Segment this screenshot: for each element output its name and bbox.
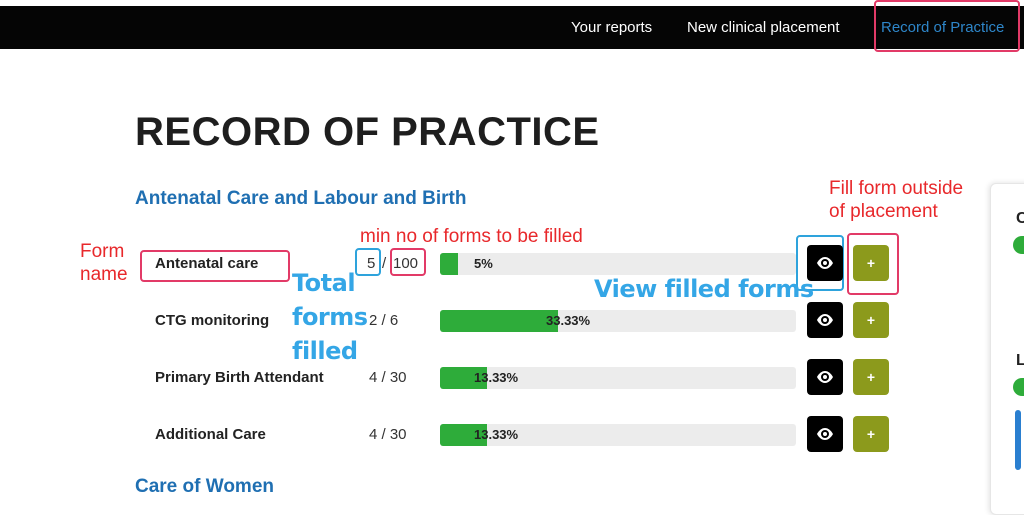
add-form-button[interactable]: + [853,302,889,338]
eye-icon [817,314,833,326]
top-navbar: Your reports New clinical placement Reco… [0,6,1024,49]
form-name: CTG monitoring [155,312,270,329]
add-form-button[interactable]: + [853,245,889,281]
nav-new-clinical-placement[interactable]: New clinical placement [687,6,840,49]
progress-bar: 13.33% [440,367,796,389]
form-count: 4 / 30 [369,369,407,386]
progress-label: 13.33% [474,370,519,385]
view-forms-button[interactable] [807,359,843,395]
annotation-view-forms: View filled forms [594,275,814,303]
side-panel-label: L [1016,352,1024,369]
nav-your-reports[interactable]: Your reports [571,6,652,49]
progress-fill [440,310,558,332]
eye-icon [817,257,833,269]
section-heading: Antenatal Care and Labour and Birth [135,188,467,209]
view-forms-button[interactable] [807,416,843,452]
filled-count: 5 [367,255,376,272]
annotation-form-name: Form name [80,241,128,285]
eye-icon [817,371,833,383]
form-count: 2 / 6 [369,312,399,329]
progress-bar: 13.33% [440,424,796,446]
side-panel-label: C [1016,210,1024,227]
side-panel-toggle[interactable] [1013,378,1024,396]
progress-fill [440,253,458,275]
form-name: Additional Care [155,426,266,443]
add-form-button[interactable]: + [853,416,889,452]
side-panel: C L [990,183,1024,515]
progress-label: 13.33% [474,427,519,442]
form-count: 4 / 30 [369,426,407,443]
side-panel-indicator [1015,410,1021,470]
eye-icon [817,428,833,440]
page-title: RECORD OF PRACTICE [135,110,600,154]
annotation-fill-outside: Fill form outside of placement [829,178,964,222]
annotation-total-filled: Total forms filled [292,269,368,365]
side-panel-toggle[interactable] [1013,236,1024,254]
count-separator: / [382,255,387,272]
form-name: Antenatal care [155,255,259,272]
min-count: 100 [393,255,419,272]
nav-highlight-box [874,0,1020,52]
progress-label: 33.33% [546,313,591,328]
add-form-button[interactable]: + [853,359,889,395]
progress-label: 5% [474,256,493,271]
view-forms-button[interactable] [807,302,843,338]
form-name: Primary Birth Attendant [155,369,324,386]
progress-bar: 33.33% [440,310,796,332]
annotation-min-forms: min no of forms to be filled [360,226,583,247]
